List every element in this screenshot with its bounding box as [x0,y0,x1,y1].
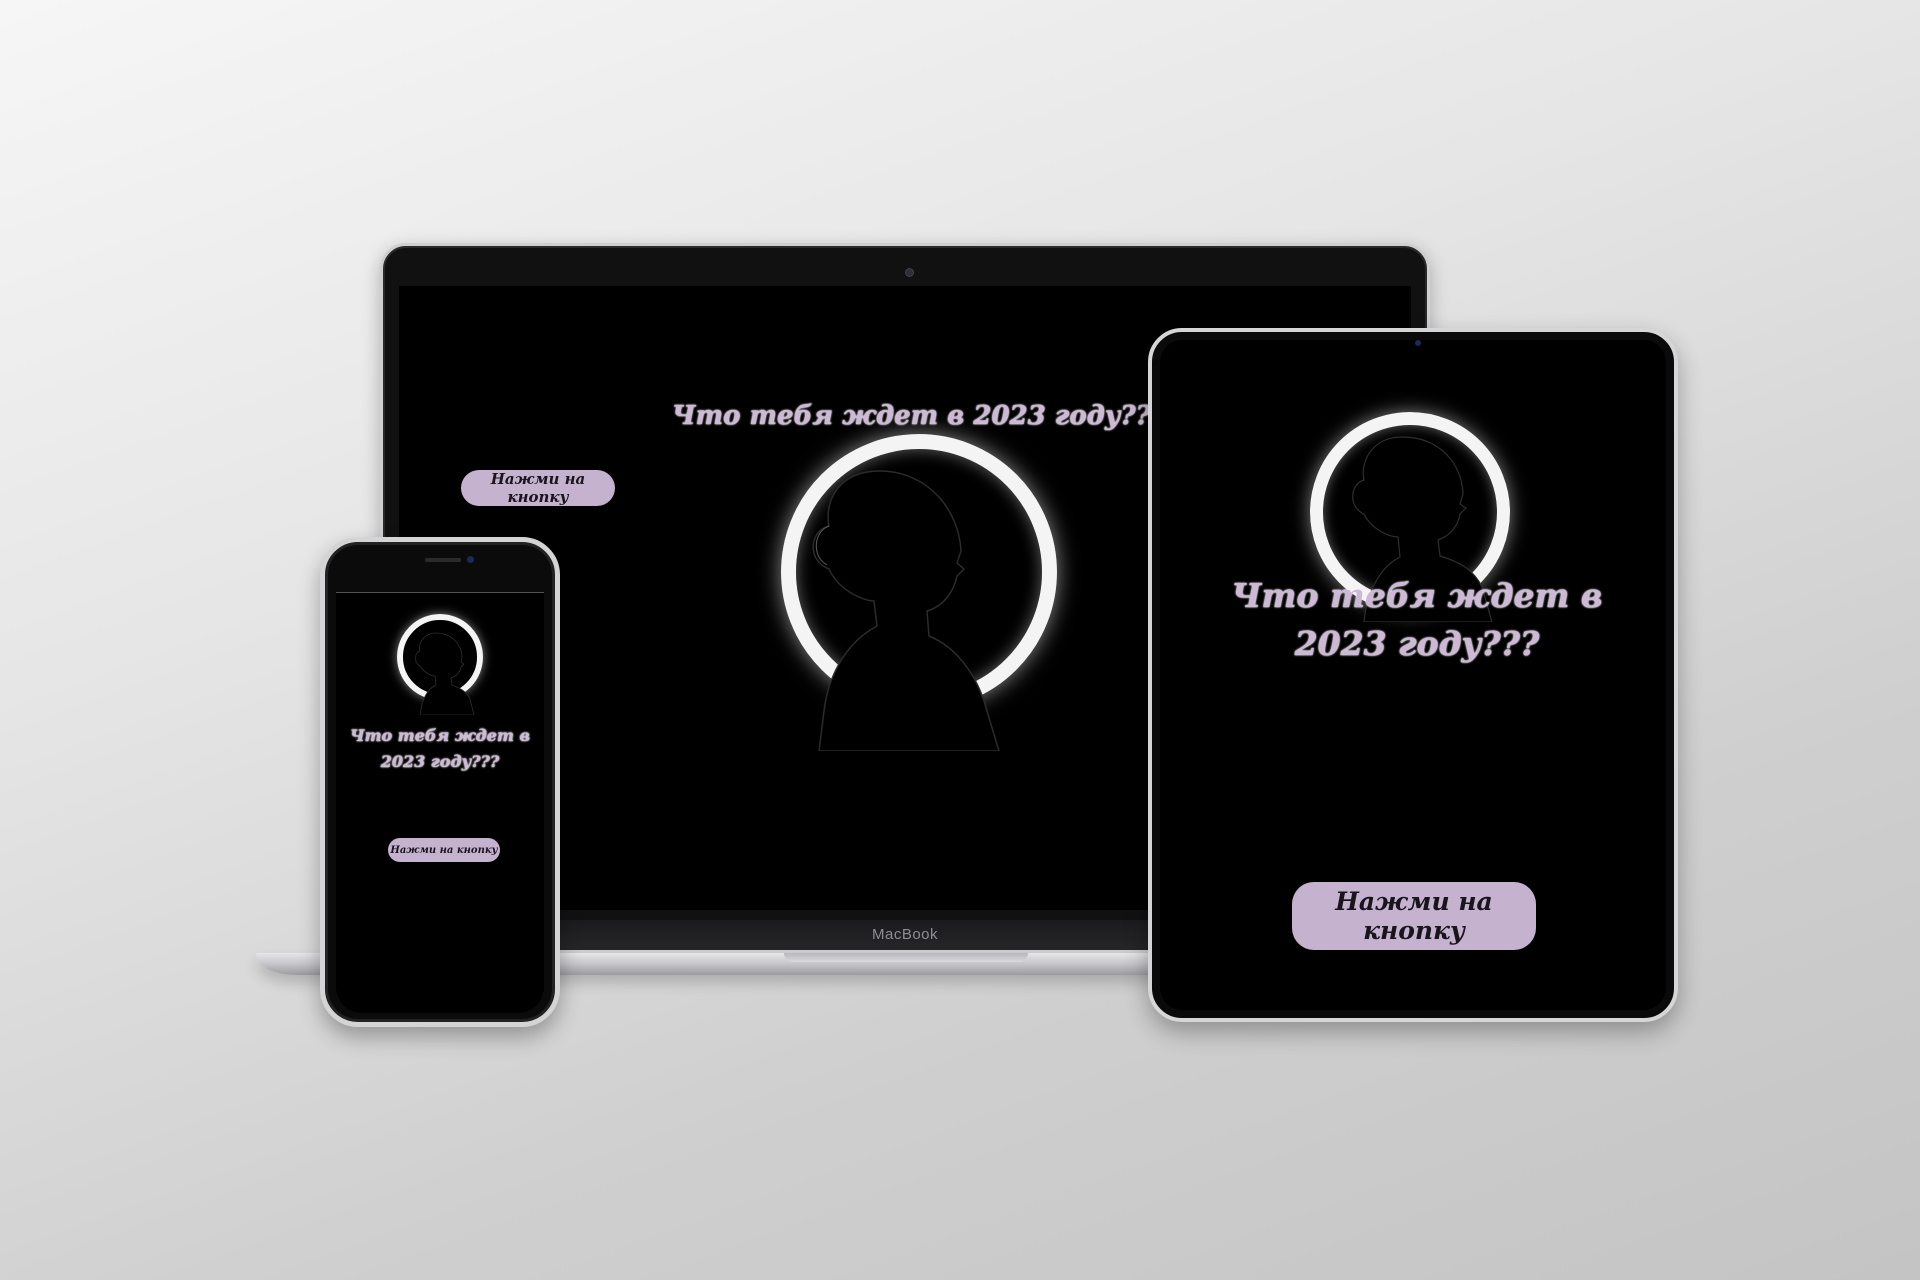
camera-icon [1415,340,1421,346]
page-headline: Что тебя ждет в 2023 году??? [350,726,530,771]
press-button[interactable]: Нажми на кнопку [461,470,615,506]
camera-icon [467,556,474,563]
woman-silhouette-image [415,632,475,715]
camera-icon [905,268,914,277]
press-button[interactable]: Нажми на кнопку [388,838,500,862]
press-button[interactable]: Нажми на кнопку [1292,882,1536,950]
laptop-trackpad-notch [784,953,1028,962]
woman-silhouette-image [812,470,1000,751]
device-mockup-scene: Что тебя ждет в 2023 году??? Нажми на кн… [0,0,1920,1280]
page-headline: Что тебя ждет в 2023 году??? [671,401,1167,431]
phone: Что тебя ждет в 2023 году??? Нажми на кн… [320,537,560,1027]
page-headline: Что тебя ждет в 2023 году??? [1231,576,1603,663]
phone-screen: Что тебя ждет в 2023 году??? Нажми на кн… [336,592,544,1013]
tablet: Что тебя ждет в 2023 году??? Нажми на кн… [1148,328,1678,1022]
speaker-icon [425,558,461,562]
